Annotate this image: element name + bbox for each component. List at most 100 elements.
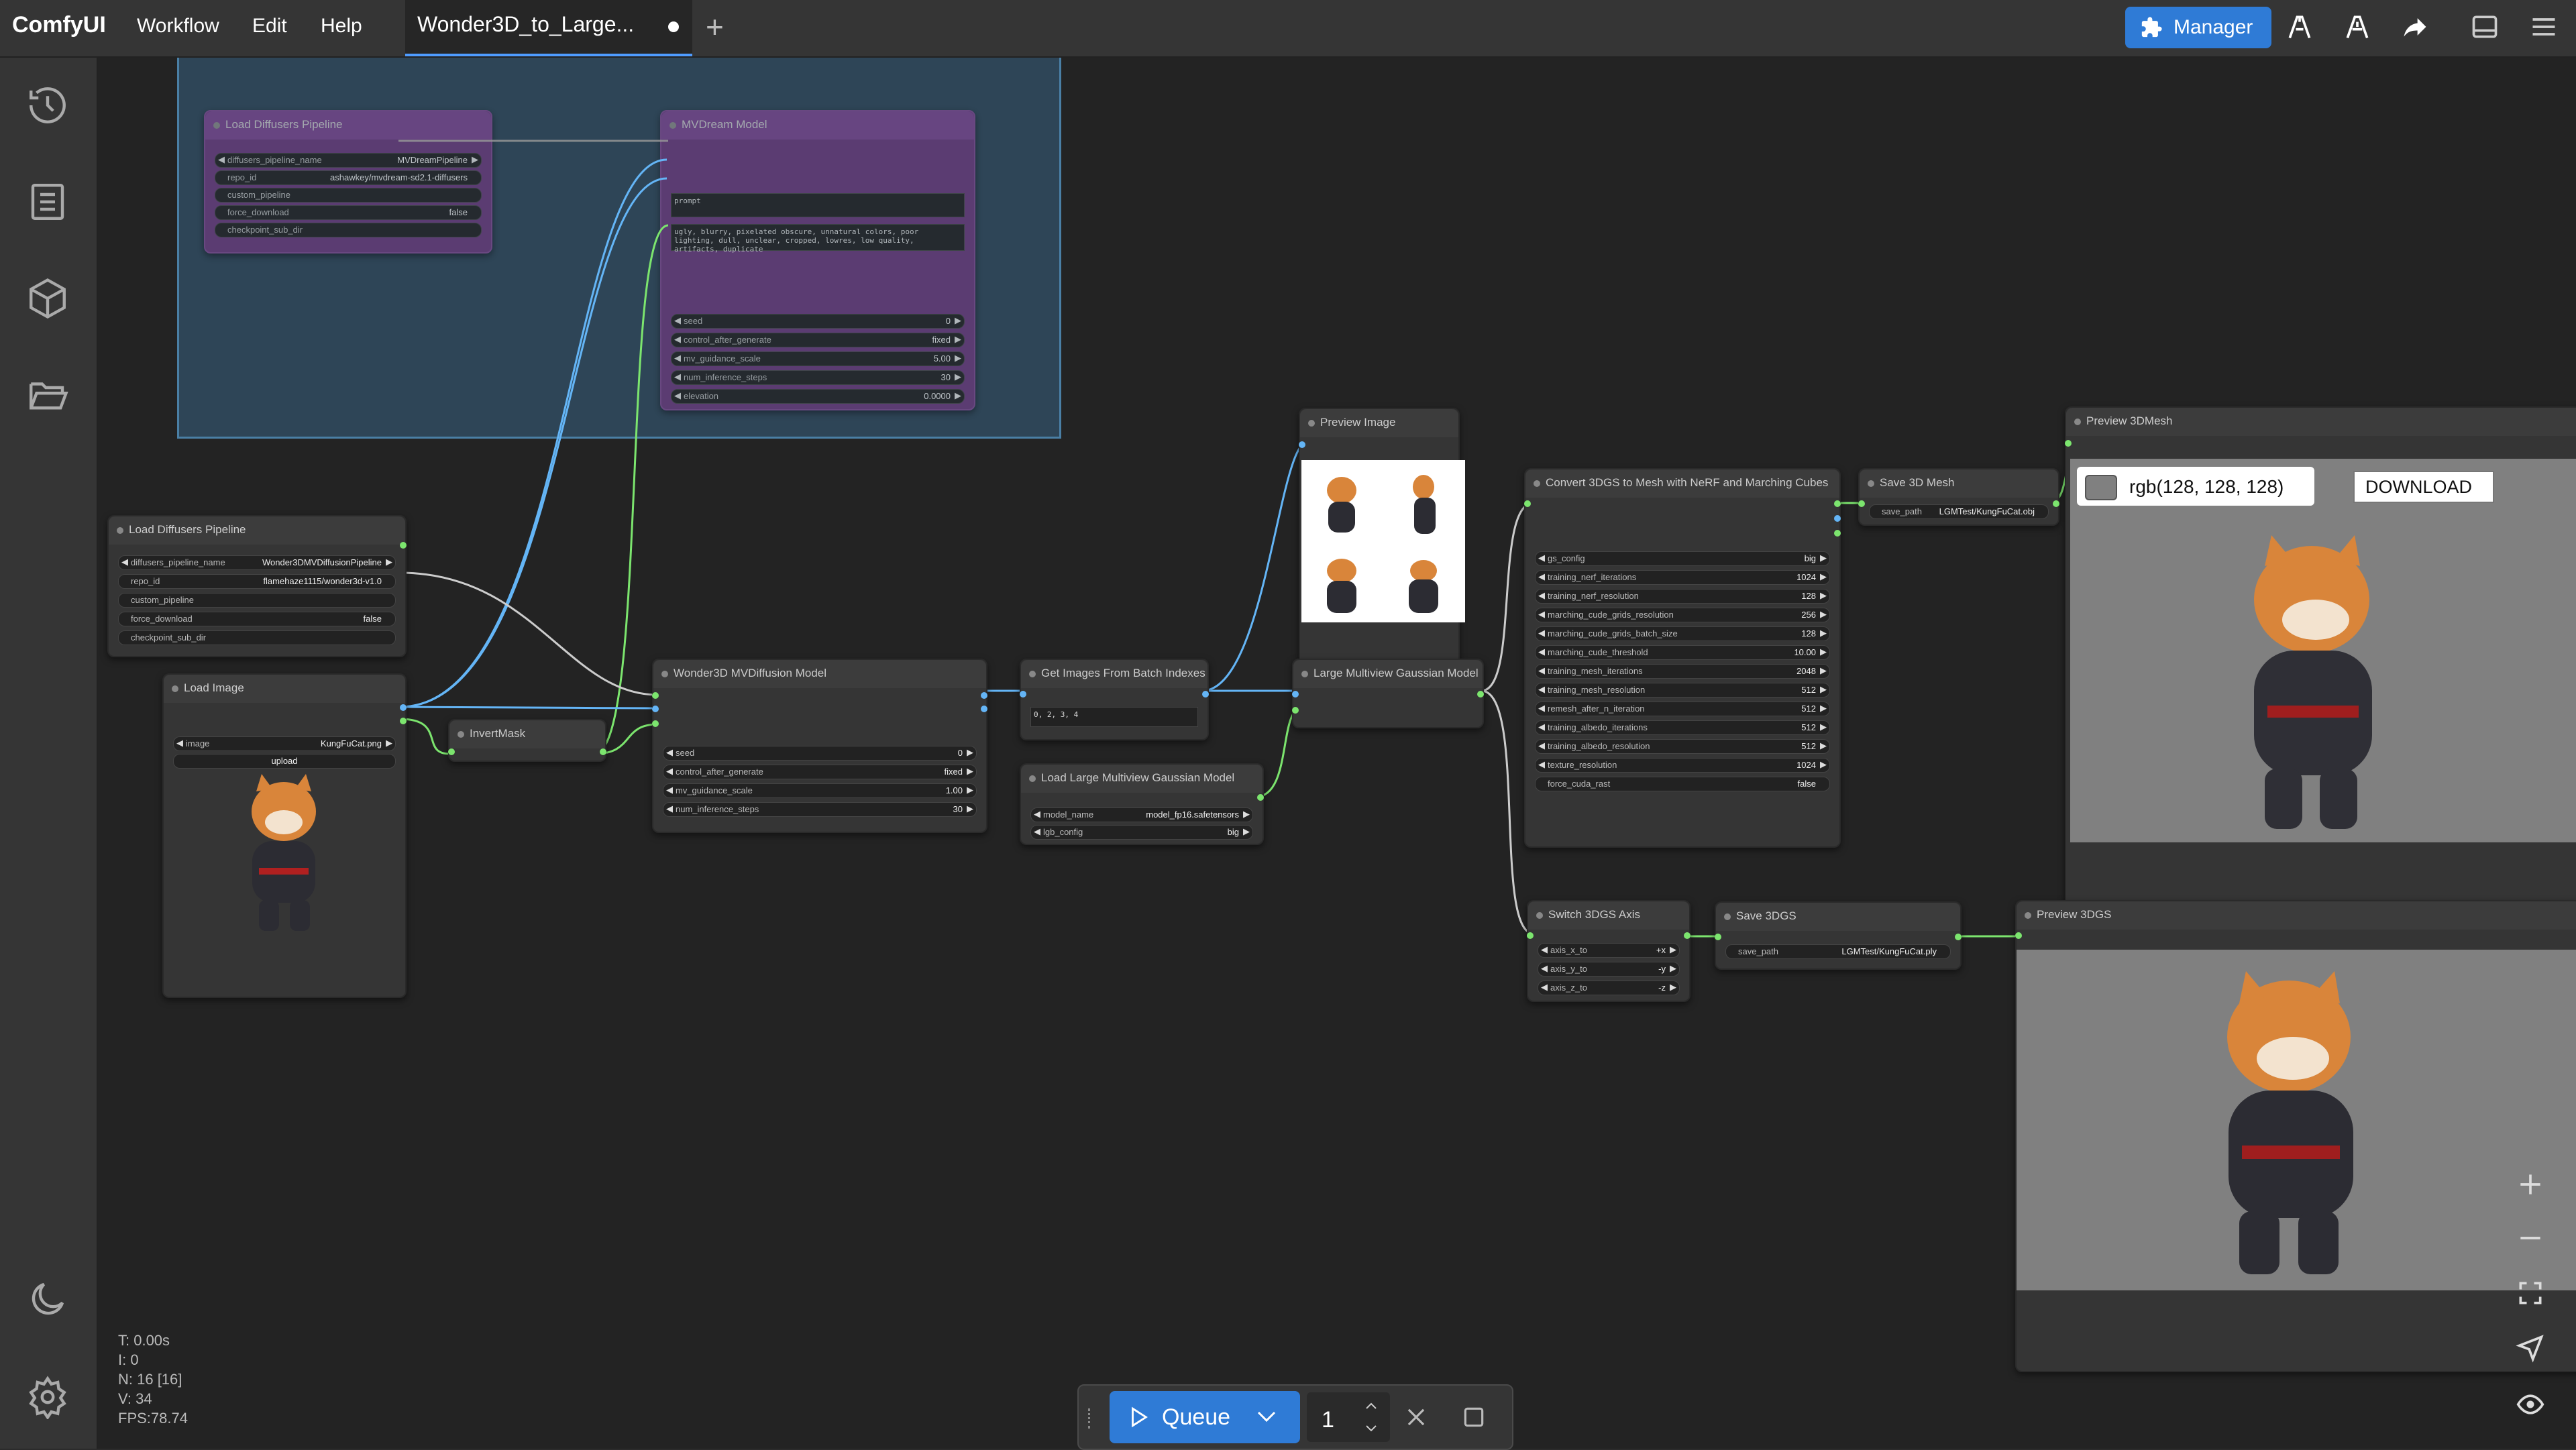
node-wonder3d-mvdiffusion[interactable]: Wonder3D MVDiffusion Model ◀ seed 0 ▶ ◀ cont… [652, 659, 987, 833]
gaussian-3d-viewport[interactable] [2017, 950, 2576, 1290]
unsaved-dot-icon[interactable] [668, 21, 679, 32]
images-input-port[interactable] [1020, 691, 1026, 698]
stat-time: T: 0.00s [118, 1332, 170, 1349]
gaussians-input-port[interactable] [1715, 934, 1721, 940]
pipeline-input-port[interactable] [652, 692, 659, 699]
widget-custom-pipeline[interactable]: custom_pipeline [118, 593, 396, 608]
node-invert-mask[interactable]: InvertMask [448, 719, 606, 762]
stop-square-icon[interactable] [1461, 1404, 1487, 1430]
widget-save-path[interactable]: save_path LGMTest/KungFuCat.ply [1725, 944, 1951, 959]
mesh-3d-viewport[interactable]: rgb(128, 128, 128) DOWNLOAD [2070, 459, 2576, 842]
widget-lgb-config[interactable]: ◀ lgb_config big ▶ [1030, 825, 1253, 840]
bottom-panel-toggle-icon[interactable] [2470, 12, 2500, 42]
widget-mv-guidance-scale[interactable]: ◀ mv_guidance_scale 1.00 ▶ [663, 783, 977, 798]
output-port[interactable] [400, 542, 407, 549]
widget-num-inference-steps[interactable]: ◀ num_inference_steps 30 ▶ [663, 802, 977, 817]
node-preview-image[interactable]: Preview Image [1299, 408, 1465, 676]
widget-model-name[interactable]: ◀ model_name model_fp16.safetensors ▶ [1030, 807, 1253, 822]
path-output-port[interactable] [1955, 934, 1962, 940]
decrement-chevron-icon[interactable] [1363, 1420, 1379, 1437]
node-switch-3dgs-axis[interactable]: Switch 3DGS Axis ◀ axis_x_to +x ▶ ◀ axis_y_t… [1527, 900, 1690, 1002]
tab-workflow[interactable]: Wonder3D_to_Large... [405, 0, 692, 56]
node-canvas[interactable]: Load Diffusers Pipeline ◀ diffusers_pipel… [98, 58, 2576, 1449]
gaussians-input-port[interactable] [1527, 932, 1534, 939]
widget-repo-id[interactable]: repo_id flamehaze1115/wonder3d-v1.0 [118, 574, 396, 589]
color-swatch[interactable] [2085, 475, 2117, 500]
batch-count-input[interactable]: 1 [1307, 1392, 1390, 1442]
node-load-lgm[interactable]: Load Large Multiview Gaussian Model ◀ mod… [1020, 763, 1264, 845]
kung-fu-cat-image [252, 774, 316, 931]
mask-output-port[interactable] [400, 718, 407, 724]
image-input-port[interactable] [652, 706, 659, 712]
image-output-port[interactable] [400, 704, 407, 711]
cancel-x-icon[interactable] [1403, 1404, 1429, 1430]
mesh-input-port[interactable] [2065, 440, 2072, 447]
widget-diffusers-pipeline-name[interactable]: ◀ diffusers_pipeline_name Wonder3DMVDiffus… [118, 555, 396, 570]
increment-chevron-icon[interactable] [1363, 1398, 1379, 1414]
app-logo[interactable]: ComfyUI [12, 12, 106, 38]
node-convert-3dgs-to-mesh[interactable]: Convert 3DGS to Mesh with NeRF and March… [1524, 468, 1841, 848]
new-tab-plus-icon[interactable]: + [706, 9, 724, 44]
menu-help[interactable]: Help [321, 15, 362, 38]
fit-view-icon[interactable] [2516, 1278, 2545, 1308]
mesh-output-port[interactable] [1834, 500, 1841, 507]
images-output-port[interactable] [1202, 691, 1209, 698]
indexes-input[interactable]: 0, 2, 3, 4 [1030, 707, 1198, 727]
comfy-alt-icon[interactable] [2343, 12, 2372, 42]
normals-output-port[interactable] [981, 706, 987, 712]
node-large-multiview-gaussian[interactable]: Large Multiview Gaussian Model [1292, 659, 1484, 728]
gaussians-output-port[interactable] [1477, 691, 1484, 698]
gaussians-output-port[interactable] [1684, 932, 1690, 939]
model-library-icon[interactable] [25, 276, 70, 321]
upload-button[interactable]: upload [173, 754, 396, 769]
menu-workflow[interactable]: Workflow [137, 15, 219, 38]
stat-v: V: 34 [118, 1390, 152, 1407]
model-input-port[interactable] [1292, 707, 1299, 714]
history-icon[interactable] [25, 83, 70, 127]
mask-input-port[interactable] [448, 748, 455, 755]
images-input-port[interactable] [1292, 691, 1299, 698]
select-pointer-icon[interactable] [2516, 1333, 2545, 1363]
toggle-links-eye-icon[interactable] [2516, 1390, 2545, 1419]
share-arrow-icon[interactable] [2400, 12, 2430, 42]
node-save-3d-mesh[interactable]: Save 3D Mesh save_path LGMTest/KungFuCat.… [1858, 468, 2059, 526]
widget-image[interactable]: ◀ image KungFuCat.png ▶ [173, 736, 396, 751]
theme-moon-icon[interactable] [25, 1277, 70, 1321]
queue-list-icon[interactable] [25, 180, 70, 224]
drag-handle-icon[interactable] [1088, 1408, 1094, 1429]
color-picker[interactable]: rgb(128, 128, 128) [2077, 467, 2314, 506]
chevron-down-icon[interactable] [1254, 1404, 1279, 1429]
model-output-port[interactable] [1257, 794, 1264, 801]
node-preview-3dgs[interactable]: Preview 3DGS [2015, 900, 2576, 1372]
zoom-out-minus-icon[interactable] [2516, 1223, 2545, 1253]
node-get-images-from-batch[interactable]: Get Images From Batch Indexes 0, 2, 3, 4 [1020, 659, 1209, 740]
gaussians-input-port[interactable] [2015, 932, 2022, 939]
alphas-output-port[interactable] [1834, 530, 1841, 537]
download-button[interactable]: DOWNLOAD [2353, 471, 2494, 503]
path-output-port[interactable] [2053, 500, 2059, 507]
menu-edit[interactable]: Edit [252, 15, 287, 38]
gaussians-input-port[interactable] [1524, 500, 1531, 507]
widget-checkpoint-sub-dir[interactable]: checkpoint_sub_dir [118, 630, 396, 645]
settings-gear-icon[interactable] [25, 1375, 70, 1419]
hamburger-menu-icon[interactable] [2529, 12, 2559, 42]
node-load-image[interactable]: Load Image ◀ image KungFuCat.png ▶ upload [162, 673, 407, 998]
imgs-output-port[interactable] [1834, 515, 1841, 522]
stat-i: I: 0 [118, 1351, 139, 1368]
comfy-logo-icon[interactable] [2285, 12, 2314, 42]
widget-force-download[interactable]: force_download false [118, 612, 396, 626]
mesh-input-port[interactable] [1858, 500, 1865, 507]
widget-seed[interactable]: ◀ seed 0 ▶ [663, 746, 977, 761]
manager-button[interactable]: Manager [2125, 7, 2271, 48]
node-preview-3dmesh[interactable]: Preview 3DMesh rgb(128, 128, 128) DOWNLO… [2065, 406, 2576, 928]
widget-save-path[interactable]: save_path LGMTest/KungFuCat.obj [1869, 504, 2049, 519]
node-save-3dgs[interactable]: Save 3DGS save_path LGMTest/KungFuCat.ply [1715, 901, 1962, 970]
node-load-diffusers-pipeline[interactable]: Load Diffusers Pipeline ◀ diffusers_pipel… [107, 515, 407, 657]
mask-input-port[interactable] [652, 720, 659, 727]
mask-output-port[interactable] [600, 748, 606, 755]
images-input-port[interactable] [1299, 441, 1305, 448]
images-output-port[interactable] [981, 692, 987, 699]
widget-control-after-generate[interactable]: ◀ control_after_generate fixed ▶ [663, 765, 977, 779]
zoom-in-plus-icon[interactable] [2516, 1170, 2545, 1199]
workflows-folder-icon[interactable] [25, 373, 70, 417]
